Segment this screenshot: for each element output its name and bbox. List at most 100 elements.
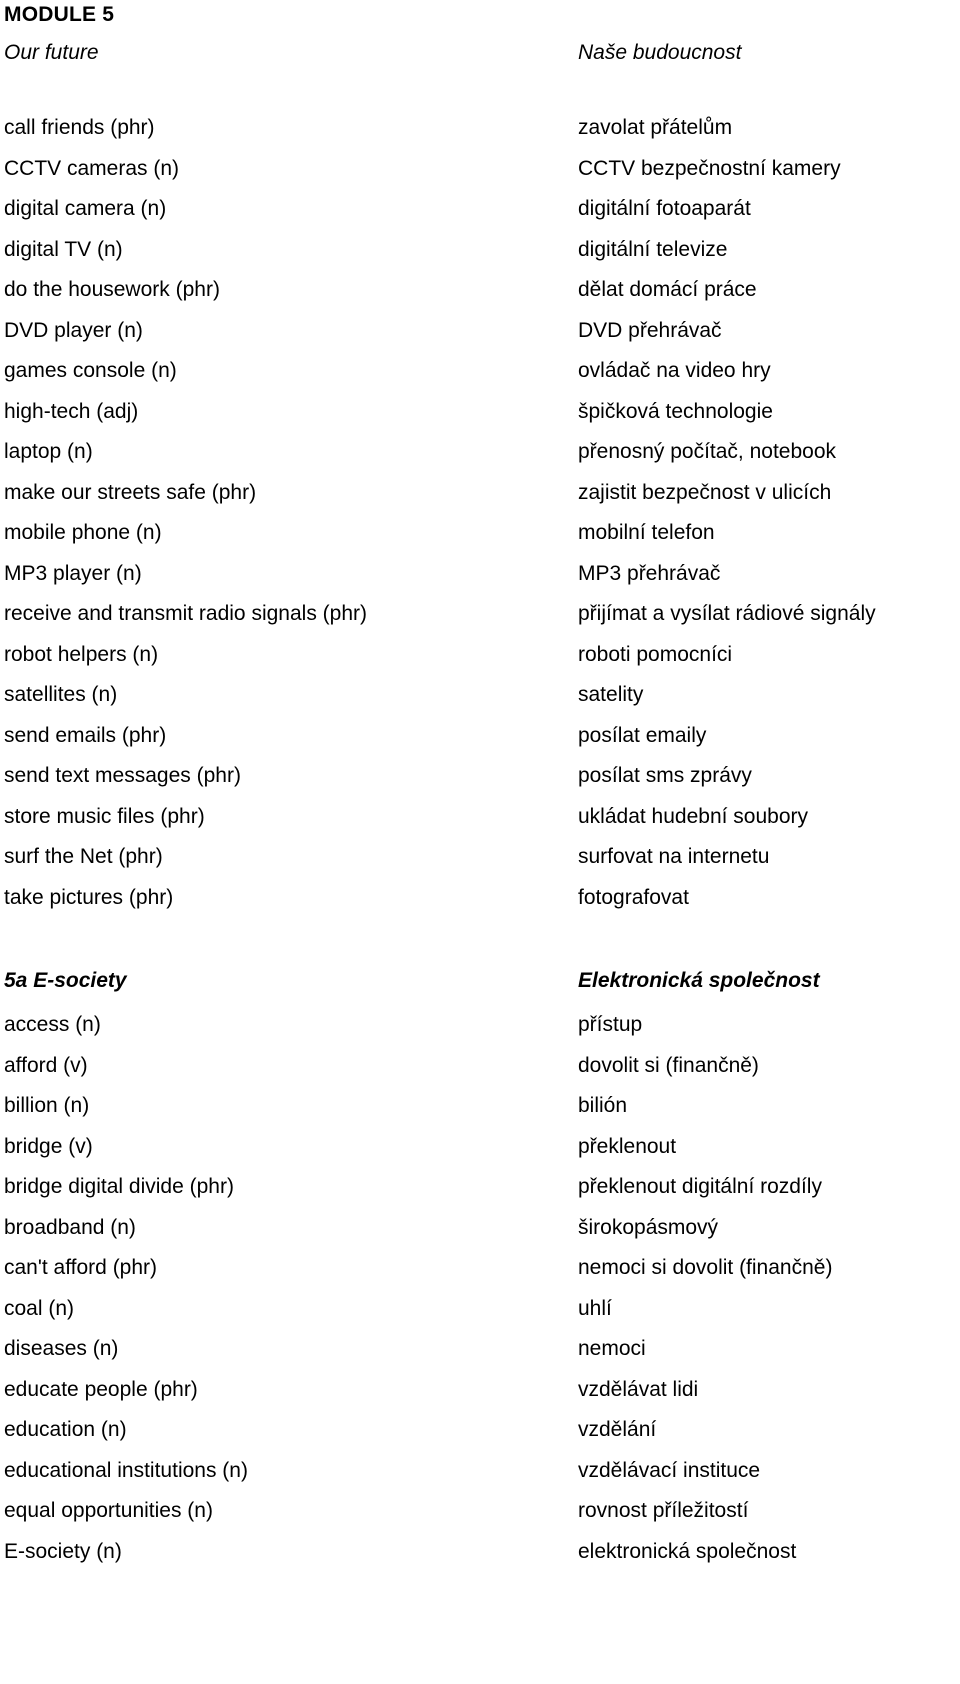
vocabulary-term-english: can't afford (phr)	[4, 1256, 158, 1279]
vocabulary-term-english: diseases (n)	[4, 1337, 119, 1360]
vocabulary-term-english: bridge digital divide (phr)	[4, 1175, 234, 1198]
vocabulary-term-english: educate people (phr)	[4, 1377, 198, 1401]
vocabulary-row: billion (n) bilión	[0, 1091, 960, 1132]
section-heading-english: 5a E-society	[4, 969, 127, 992]
vocabulary-row: do the housework (phr) dělat domácí práce	[0, 275, 960, 316]
vocabulary-term-czech: digitální televize	[578, 237, 728, 261]
vocabulary-list-e-society: access (n) přístup afford (v) dovolit si (f…	[0, 1010, 960, 1577]
vocabulary-row: educate people (phr) vzdělávat lidi	[0, 1375, 960, 1416]
vocabulary-row: store music files (phr) ukládat hudební s…	[0, 802, 960, 843]
vocabulary-row: afford (v) dovolit si (finančně)	[0, 1051, 960, 1092]
vocabulary-term-czech: přístup	[578, 1013, 643, 1036]
vocabulary-term-czech: zajistit bezpečnost v ulicích	[578, 480, 832, 504]
vocabulary-term-czech: satelity	[578, 683, 644, 706]
vocabulary-term-english: MP3 player (n)	[4, 561, 142, 585]
vocabulary-term-english: CCTV cameras (n)	[4, 156, 180, 180]
vocabulary-term-czech: vzdělání	[578, 1418, 657, 1441]
vocabulary-row: laptop (n) přenosný počítač, notebook	[0, 437, 960, 478]
vocabulary-term-english: access (n)	[4, 1013, 101, 1036]
vocabulary-term-czech: zavolat přátelům	[578, 116, 733, 139]
vocabulary-term-czech: elektronická společnost	[578, 1539, 797, 1563]
vocabulary-term-czech: digitální fotoaparát	[578, 197, 751, 220]
section-heading-our-future: Our future Naše budoucnost	[0, 38, 960, 78]
vocabulary-term-english: mobile phone (n)	[4, 521, 162, 544]
vocabulary-term-czech: překlenout	[578, 1134, 677, 1158]
vocabulary-term-english: make our streets safe (phr)	[4, 480, 257, 504]
vocabulary-row: coal (n) uhlí	[0, 1294, 960, 1335]
vocabulary-term-czech: ukládat hudební soubory	[578, 804, 809, 828]
vocabulary-term-czech: vzdělávací instituce	[578, 1458, 761, 1482]
vocabulary-row: can't afford (phr) nemoci si dovolit (fin…	[0, 1253, 960, 1294]
vocabulary-term-czech: uhlí	[578, 1296, 612, 1320]
vocabulary-row: send text messages (phr) posílat sms zprá…	[0, 761, 960, 802]
vocabulary-row: access (n) přístup	[0, 1010, 960, 1051]
vocabulary-term-czech: CCTV bezpečnostní kamery	[578, 156, 841, 180]
vocabulary-term-czech: nemoci si dovolit (finančně)	[578, 1256, 833, 1279]
vocabulary-term-english: afford (v)	[4, 1053, 88, 1077]
vocabulary-term-czech: přenosný počítač, notebook	[578, 440, 837, 463]
vocabulary-row: take pictures (phr) fotografovat	[0, 883, 960, 924]
vocabulary-term-english: billion (n)	[4, 1094, 90, 1117]
vocabulary-term-english: send text messages (phr)	[4, 764, 241, 787]
vocabulary-term-czech: dovolit si (finančně)	[578, 1053, 759, 1077]
vocabulary-term-czech: překlenout digitální rozdíly	[578, 1175, 822, 1198]
vocabulary-term-czech: rovnost příležitostí	[578, 1499, 749, 1522]
vocabulary-term-czech: špičková technologie	[578, 399, 773, 423]
vocabulary-term-czech: bilión	[578, 1094, 628, 1117]
vocabulary-row: digital TV (n) digitální televize	[0, 235, 960, 276]
vocabulary-term-english: educational institutions (n)	[4, 1458, 248, 1482]
vocabulary-row: E-society (n) elektronická společnost	[0, 1537, 960, 1578]
vocabulary-row: bridge (v) překlenout	[0, 1132, 960, 1173]
vocabulary-term-english: digital camera (n)	[4, 197, 167, 220]
section-heading-czech: Elektronická společnost	[578, 969, 820, 992]
vocabulary-term-english: bridge (v)	[4, 1134, 93, 1158]
vocabulary-term-english: receive and transmit radio signals (phr)	[4, 602, 367, 625]
vocabulary-row: DVD player (n) DVD přehrávač	[0, 316, 960, 357]
vocabulary-term-czech: přijímat a vysílat rádiové signály	[578, 602, 876, 625]
vocabulary-term-czech: posílat sms zprávy	[578, 764, 752, 787]
module-title: MODULE 5	[4, 3, 115, 26]
vocabulary-term-english: equal opportunities (n)	[4, 1499, 213, 1522]
vocabulary-term-czech: širokopásmový	[578, 1215, 719, 1239]
vocabulary-term-czech: dělat domácí práce	[578, 278, 757, 301]
vocabulary-row: diseases (n) nemoci	[0, 1334, 960, 1375]
vocabulary-term-english: take pictures (phr)	[4, 885, 174, 909]
vocabulary-row: surf the Net (phr) surfovat na internetu	[0, 842, 960, 883]
vocabulary-term-czech: fotografovat	[578, 885, 689, 909]
section-heading-czech: Naše budoucnost	[578, 41, 742, 64]
vocabulary-term-english: store music files (phr)	[4, 804, 205, 828]
vocabulary-term-english: surf the Net (phr)	[4, 845, 163, 868]
vocabulary-term-czech: MP3 přehrávač	[578, 561, 721, 585]
vocabulary-page: MODULE 5 Our future Naše budoucnost call…	[0, 0, 960, 1684]
vocabulary-term-czech: nemoci	[578, 1337, 646, 1360]
vocabulary-row: mobile phone (n) mobilní telefon	[0, 518, 960, 559]
vocabulary-row: satellites (n) satelity	[0, 680, 960, 721]
vocabulary-term-english: DVD player (n)	[4, 318, 143, 342]
vocabulary-term-czech: roboti pomocníci	[578, 642, 733, 666]
vocabulary-term-czech: posílat emaily	[578, 723, 707, 747]
vocabulary-row: call friends (phr) zavolat přátelům	[0, 113, 960, 154]
vocabulary-term-english: coal (n)	[4, 1296, 75, 1320]
vocabulary-term-czech: surfovat na internetu	[578, 845, 770, 868]
vocabulary-term-english: education (n)	[4, 1418, 127, 1441]
vocabulary-term-english: broadband (n)	[4, 1215, 136, 1239]
vocabulary-row: broadband (n) širokopásmový	[0, 1213, 960, 1254]
vocabulary-term-czech: DVD přehrávač	[578, 318, 722, 342]
vocabulary-row: high-tech (adj) špičková technologie	[0, 397, 960, 438]
vocabulary-row: robot helpers (n) roboti pomocníci	[0, 640, 960, 681]
vocabulary-term-czech: ovládač na video hry	[578, 359, 771, 382]
vocabulary-term-english: laptop (n)	[4, 440, 93, 463]
vocabulary-term-english: high-tech (adj)	[4, 399, 139, 423]
vocabulary-row: send emails (phr) posílat emaily	[0, 721, 960, 762]
vocabulary-term-english: call friends (phr)	[4, 116, 155, 139]
vocabulary-row: games console (n) ovládač na video hry	[0, 356, 960, 397]
vocabulary-row: educational institutions (n) vzdělávací i…	[0, 1456, 960, 1497]
vocabulary-row: CCTV cameras (n) CCTV bezpečnostní kamery	[0, 154, 960, 195]
vocabulary-term-english: digital TV (n)	[4, 237, 123, 261]
vocabulary-term-english: do the housework (phr)	[4, 278, 220, 301]
vocabulary-row: education (n) vzdělání	[0, 1415, 960, 1456]
vocabulary-row: digital camera (n) digitální fotoaparát	[0, 194, 960, 235]
vocabulary-term-english: satellites (n)	[4, 683, 118, 706]
vocabulary-term-english: E-society (n)	[4, 1539, 122, 1563]
section-heading-e-society: 5a E-society Elektronická společnost	[0, 966, 960, 1006]
